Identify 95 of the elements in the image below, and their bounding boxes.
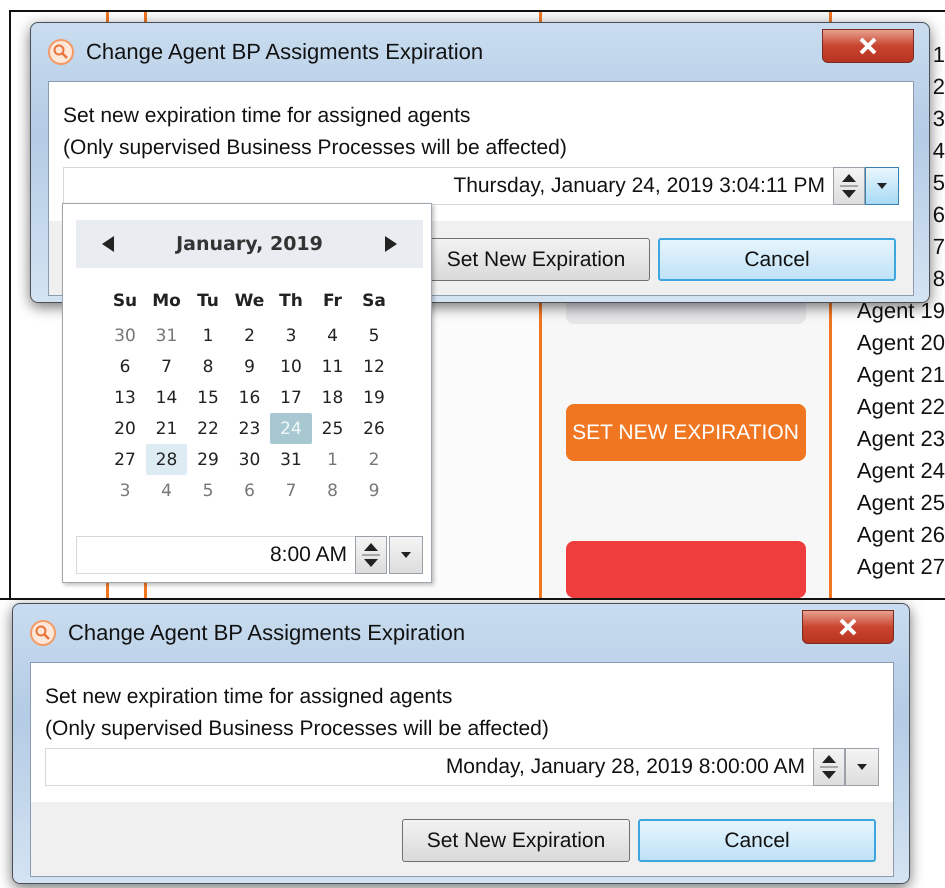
time-field[interactable]: 8:00 AM <box>76 536 355 574</box>
calendar-day[interactable]: 20 <box>104 413 146 444</box>
message-text: Set new expiration time for assigned agents <box>63 103 472 129</box>
calendar-day[interactable]: 2 <box>228 320 270 351</box>
calendar-day[interactable]: 7 <box>270 475 312 506</box>
close-icon <box>837 618 859 636</box>
calendar-day[interactable]: 1 <box>187 320 229 351</box>
agent-name: Agent 21 <box>856 361 945 389</box>
calendar-day[interactable]: 13 <box>104 382 146 413</box>
calendar-day[interactable]: 6 <box>228 475 270 506</box>
calendar-day[interactable]: 1 <box>312 444 354 475</box>
calendar-day[interactable]: 25 <box>312 413 354 444</box>
calendar-day[interactable]: 17 <box>270 382 312 413</box>
dropdown-button[interactable] <box>865 167 899 205</box>
agent-name: Agent 26 <box>856 521 945 549</box>
calendar-day[interactable]: 27 <box>104 444 146 475</box>
agent-name: 2 <box>932 73 945 101</box>
calendar-day[interactable]: 8 <box>187 351 229 382</box>
close-button[interactable] <box>802 610 894 644</box>
magnifier-icon <box>48 39 74 65</box>
weekday-label: Su <box>112 290 138 313</box>
calendar-day[interactable]: 31 <box>270 444 312 475</box>
calendar-day[interactable]: 19 <box>353 382 395 413</box>
right-triangle-icon <box>384 236 397 252</box>
calendar-day[interactable]: 2 <box>353 444 395 475</box>
calendar-day[interactable]: 15 <box>187 382 229 413</box>
weekday-label: Mo <box>151 290 182 313</box>
date-time-field[interactable]: Thursday, January 24, 2019 3:04:11 PM <box>63 167 833 205</box>
calendar-day[interactable]: 8 <box>312 475 354 506</box>
message-text: Set new expiration time for assigned agents <box>45 684 454 710</box>
calendar-day[interactable]: 9 <box>353 475 395 506</box>
agent-name: 3 <box>932 105 945 133</box>
agent-name: 7 <box>932 233 945 261</box>
agent-name: 6 <box>932 201 945 229</box>
calendar-day[interactable]: 5 <box>187 475 229 506</box>
agent-name: 5 <box>932 169 945 197</box>
calendar-day[interactable]: 5 <box>353 320 395 351</box>
calendar-day[interactable]: 7 <box>146 351 188 382</box>
calendar-day[interactable]: 10 <box>270 351 312 382</box>
caret-icon <box>876 182 888 190</box>
weekday-label: We <box>234 290 266 313</box>
calendar-day[interactable]: 31 <box>146 320 188 351</box>
weekday-label: Th <box>278 290 304 313</box>
window-title: Change Agent BP Assigments Expiration <box>86 39 484 65</box>
agent-name: Agent 25 <box>856 489 945 517</box>
dropdown-button[interactable] <box>389 536 423 574</box>
agent-name: Agent 27 <box>856 553 945 581</box>
spin-buttons[interactable] <box>355 536 387 574</box>
window-title: Change Agent BP Assigments Expiration <box>68 620 466 646</box>
agent-name: 1 <box>932 41 945 69</box>
agent-name: 8 <box>932 265 945 293</box>
spin-buttons[interactable] <box>813 748 845 786</box>
agent-name: Agent 24 <box>856 457 945 485</box>
calendar-day[interactable]: 3 <box>104 475 146 506</box>
calendar-day[interactable]: 26 <box>353 413 395 444</box>
calendar-day[interactable]: 9 <box>228 351 270 382</box>
calendar-day[interactable]: 22 <box>187 413 229 444</box>
close-button[interactable] <box>822 29 914 63</box>
caret-icon <box>400 551 412 559</box>
message-text: (Only supervised Business Processes will be affected) <box>45 716 550 742</box>
calendar-day[interactable]: 11 <box>312 351 354 382</box>
calendar-day[interactable]: 30 <box>104 320 146 351</box>
weekday-label: Sa <box>361 290 387 313</box>
calendar-day[interactable]: 12 <box>353 351 395 382</box>
calendar-day[interactable]: 23 <box>228 413 270 444</box>
calendar-day[interactable]: 21 <box>146 413 188 444</box>
agent-name: Agent 22 <box>856 393 945 421</box>
calendar-day[interactable]: 29 <box>187 444 229 475</box>
magnifier-icon <box>30 620 56 646</box>
calendar-day[interactable]: 30 <box>228 444 270 475</box>
close-icon <box>857 37 879 55</box>
spin-buttons[interactable] <box>833 167 865 205</box>
calendar-day[interactable]: 14 <box>146 382 188 413</box>
caret-icon <box>856 763 868 771</box>
agent-name: 4 <box>932 137 945 165</box>
agent-name: Agent 19 <box>856 297 945 325</box>
month-title: January, 2019 <box>176 233 323 255</box>
calendar-day[interactable]: 28 <box>146 444 188 475</box>
cancel-button[interactable]: Cancel <box>638 819 876 862</box>
agent-name: Agent 23 <box>856 425 945 453</box>
calendar-day[interactable]: 3 <box>270 320 312 351</box>
calendar-day[interactable]: 6 <box>104 351 146 382</box>
weekday-label: Tu <box>196 290 220 313</box>
date-time-field[interactable]: Monday, January 28, 2019 8:00:00 AM <box>45 748 813 786</box>
calendar-day[interactable]: 4 <box>146 475 188 506</box>
message-text: (Only supervised Business Processes will be affected) <box>63 135 568 161</box>
set-expiration-button[interactable]: Set New Expiration <box>402 819 630 862</box>
agent-name: Agent 20 <box>856 329 945 357</box>
calendar-day[interactable]: 18 <box>312 382 354 413</box>
cancel-button[interactable]: Cancel <box>658 238 896 281</box>
weekday-label: Fr <box>322 290 343 313</box>
dropdown-button[interactable] <box>845 748 879 786</box>
calendar-day[interactable]: 4 <box>312 320 354 351</box>
calendar-day[interactable]: 16 <box>228 382 270 413</box>
left-triangle-icon <box>102 236 114 252</box>
